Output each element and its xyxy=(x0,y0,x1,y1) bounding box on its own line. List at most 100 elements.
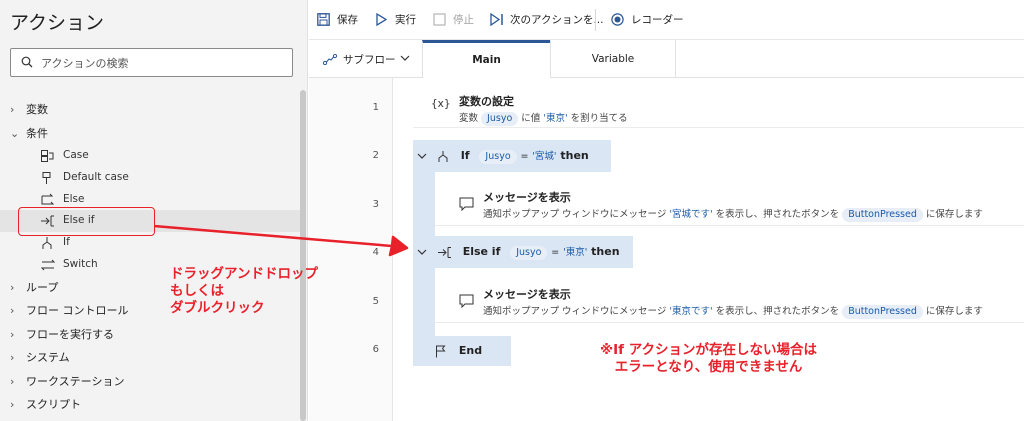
collapse-chevron-icon[interactable] xyxy=(417,247,427,257)
step-title: メッセージを表示 xyxy=(483,191,571,204)
line-number: 4 xyxy=(372,247,379,258)
if-keyword: If xyxy=(460,149,470,162)
message-icon xyxy=(459,197,474,211)
highlight-box xyxy=(18,207,155,236)
category-variables[interactable]: › 変数 xyxy=(0,98,300,122)
end-step-row: End xyxy=(435,335,482,367)
variable-chip: Jusyo xyxy=(479,150,517,164)
if-icon xyxy=(438,150,448,162)
category-conditions[interactable]: ⌄ 条件 xyxy=(0,122,300,146)
string-value: '宮城です' xyxy=(669,209,713,220)
else-if-keyword: Else if xyxy=(462,245,501,258)
action-step-set-variable[interactable]: {x} 変数の設定 変数 Jusyo に値 '東京' を割り当てる xyxy=(413,88,1024,128)
action-item-label: Switch xyxy=(63,257,98,270)
category-label: フロー コントロール xyxy=(26,304,129,318)
category-label: スクリプト xyxy=(26,398,81,412)
subflow-label: サブフロー xyxy=(343,54,396,66)
collapse-chevron-icon[interactable] xyxy=(417,151,427,161)
if-block-side xyxy=(413,172,435,236)
action-item-case[interactable]: Case xyxy=(0,145,300,167)
action-item-label: Else xyxy=(63,192,85,205)
string-value: '宮城' xyxy=(532,151,557,162)
line-number: 6 xyxy=(372,344,379,355)
else-if-block-side xyxy=(413,268,435,336)
flag-icon xyxy=(436,345,446,357)
save-icon xyxy=(317,13,330,26)
if-required-note: ※If アクションが存在しない場合は エラーとなり、使用できません xyxy=(600,342,818,375)
else-if-step-row: Else if Jusyo = '東京' then xyxy=(417,236,620,268)
desc-text: 変数 xyxy=(459,113,479,124)
desc-text: 通知ポップアップ ウィンドウにメッセージ xyxy=(483,209,667,220)
stop-icon xyxy=(433,13,446,26)
desc-text: を割り当てる xyxy=(570,113,628,124)
chevron-right-icon: › xyxy=(10,351,15,365)
subflow-icon xyxy=(323,54,337,65)
if-step-row: If Jusyo = '宮城' then xyxy=(417,140,589,172)
variable-chip: ButtonPressed xyxy=(842,305,923,319)
drag-drop-note: ドラッグアンドドロップ もしくは ダブルクリック xyxy=(170,266,318,316)
category-system[interactable]: › システム xyxy=(0,346,300,370)
end-keyword: End xyxy=(458,344,483,357)
chevron-right-icon: › xyxy=(10,327,15,341)
flow-tabs: サブフロー Main Variable xyxy=(309,40,1024,78)
desc-text: に値 xyxy=(521,113,541,124)
play-icon xyxy=(376,13,387,26)
action-item-default-case[interactable]: Default case xyxy=(0,167,300,189)
switch-icon xyxy=(40,259,56,271)
category-label: システム xyxy=(26,351,70,365)
category-label: フローを実行する xyxy=(26,327,114,341)
step-next-icon xyxy=(490,13,503,26)
designer-toolbar: 保存 実行 停止 次のアクションを... レコーダー xyxy=(309,0,1024,40)
stop-label: 停止 xyxy=(453,14,474,26)
if-icon xyxy=(42,237,52,250)
action-item-label: If xyxy=(63,236,70,249)
chevron-right-icon: › xyxy=(10,374,15,388)
chevron-right-icon: › xyxy=(10,103,15,116)
operator: = xyxy=(520,151,529,162)
action-step-display-message[interactable]: メッセージを表示 通知ポップアップ ウィンドウにメッセージ '宮城です' を表示… xyxy=(435,184,1024,226)
then-keyword: then xyxy=(591,245,620,258)
then-keyword: then xyxy=(560,149,589,162)
message-icon xyxy=(459,294,474,308)
desc-text: を表示し、押されたボタンを xyxy=(715,209,840,220)
variable-chip: Jusyo xyxy=(510,246,548,260)
actions-scrollbar[interactable] xyxy=(300,90,306,421)
desc-text: に保存します xyxy=(925,306,983,317)
action-search-input[interactable] xyxy=(41,54,281,72)
variable-icon: {x} xyxy=(431,98,451,110)
category-label: ループ xyxy=(26,280,59,294)
else-if-icon xyxy=(437,246,451,258)
string-value: '東京' xyxy=(563,247,588,258)
operator: = xyxy=(551,247,560,258)
category-run-flow[interactable]: › フローを実行する xyxy=(0,323,300,347)
action-search-box[interactable] xyxy=(10,48,293,77)
action-item-label: Case xyxy=(63,149,89,161)
chevron-right-icon: › xyxy=(10,398,15,412)
actions-pane-title: アクション xyxy=(10,12,105,34)
line-number: 1 xyxy=(372,102,379,113)
action-step-display-message[interactable]: メッセージを表示 通知ポップアップ ウィンドウにメッセージ '東京です' を表示… xyxy=(435,281,1024,323)
chevron-down-icon: ⌄ xyxy=(10,126,20,140)
run-next-label: 次のアクションを... xyxy=(510,14,604,26)
run-label: 実行 xyxy=(395,14,416,26)
step-description: 通知ポップアップ ウィンドウにメッセージ '宮城です' を表示し、押されたボタン… xyxy=(483,206,983,222)
search-icon xyxy=(21,56,33,68)
record-icon xyxy=(611,13,624,26)
desc-text: に保存します xyxy=(925,209,983,220)
chevron-down-icon xyxy=(400,55,410,61)
tab-main[interactable]: Main xyxy=(422,40,550,78)
case-icon xyxy=(41,150,54,162)
save-label: 保存 xyxy=(337,14,358,26)
action-item-label: Default case xyxy=(63,170,129,183)
line-number: 2 xyxy=(372,150,379,161)
line-number: 5 xyxy=(372,296,379,307)
category-scripts[interactable]: › スクリプト xyxy=(0,393,300,417)
else-icon xyxy=(41,193,55,205)
variable-chip: ButtonPressed xyxy=(842,208,923,222)
line-number-gutter: 1 2 3 4 5 6 xyxy=(309,78,393,421)
category-label: 条件 xyxy=(26,126,48,140)
string-value: '東京' xyxy=(543,113,568,124)
tab-variable[interactable]: Variable xyxy=(550,40,676,78)
category-workstation[interactable]: › ワークステーション xyxy=(0,370,300,394)
category-label: ワークステーション xyxy=(26,374,125,388)
